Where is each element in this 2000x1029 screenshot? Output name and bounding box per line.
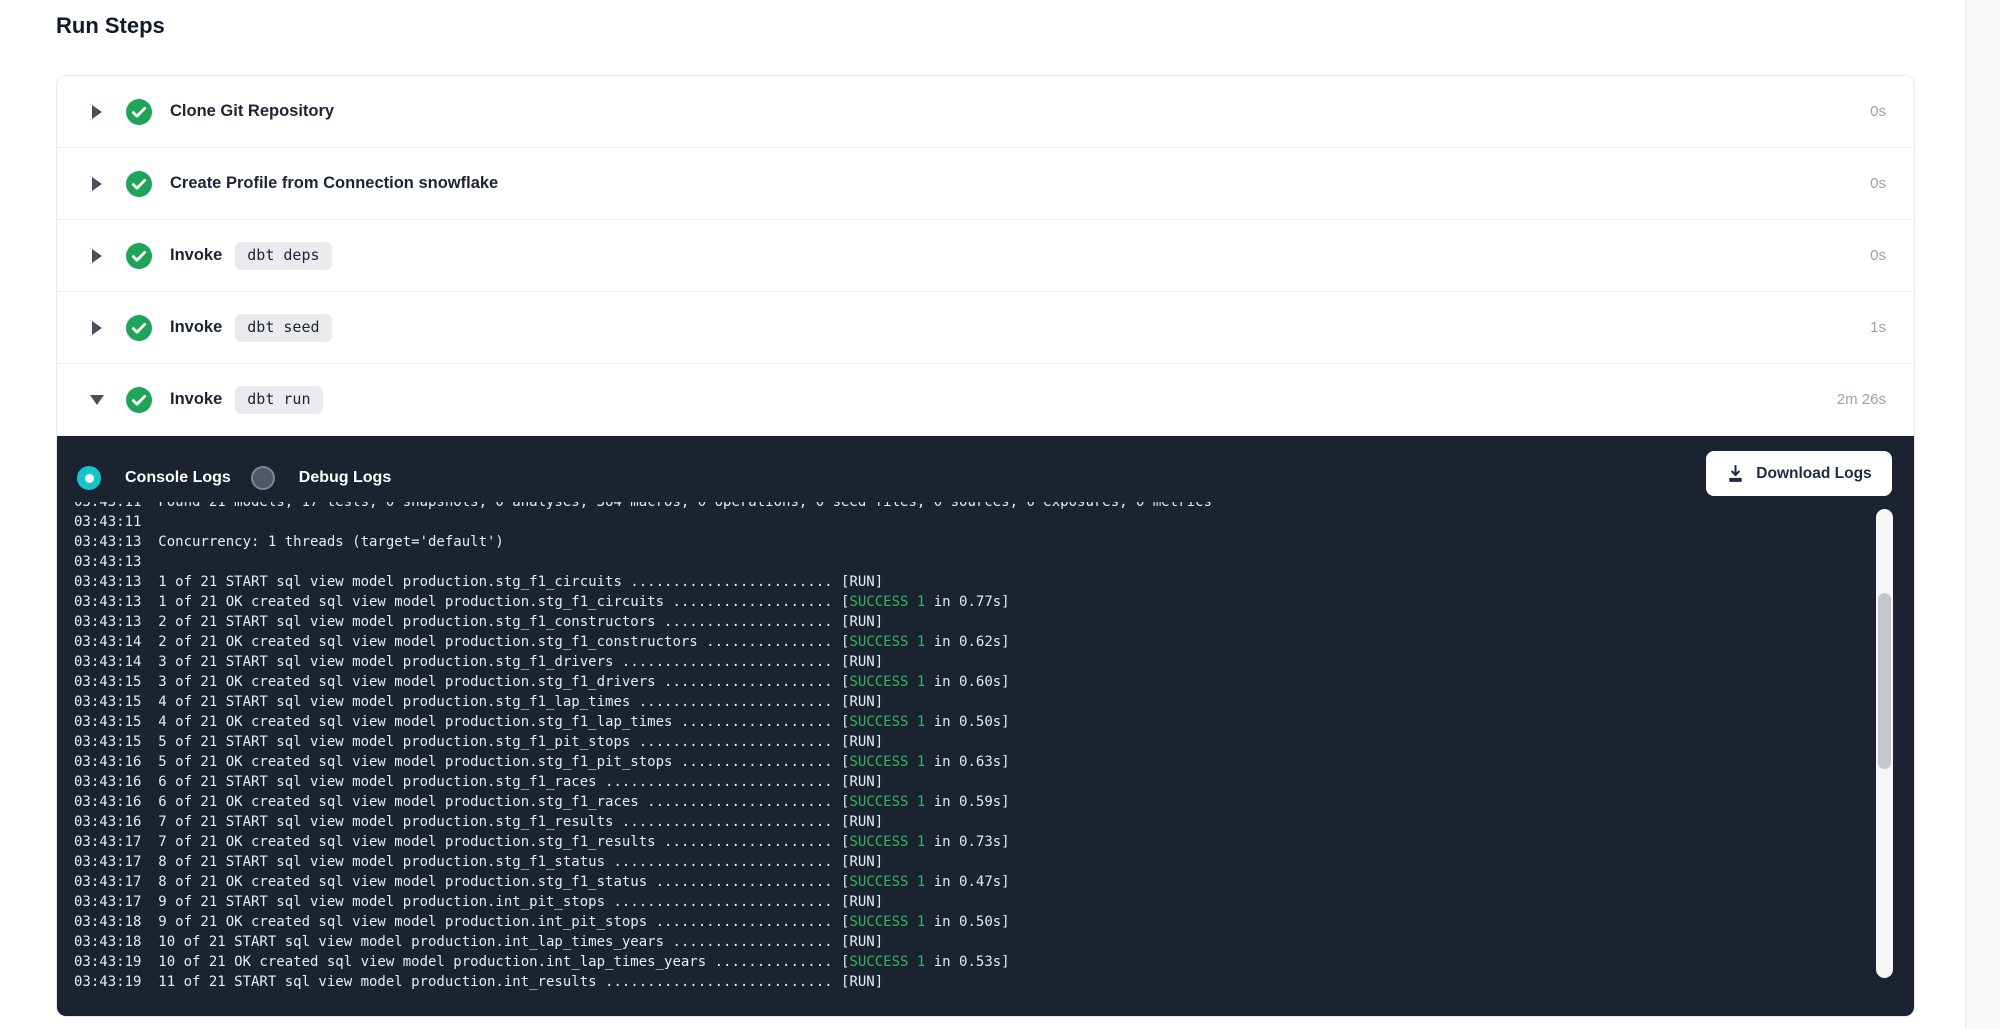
log-line: 03:43:17 7 of 21 OK created sql view mod… (74, 832, 1869, 852)
run-steps-card: Clone Git Repository 0s Create Profile f… (56, 75, 1915, 1017)
expand-caret-icon[interactable] (89, 249, 105, 263)
log-scrollbar[interactable] (1876, 509, 1893, 978)
step-duration: 0s (1870, 247, 1886, 264)
step-row-create-profile[interactable]: Create Profile from Connection snowflake… (57, 148, 1914, 220)
log-success-label: SUCCESS 1 (849, 834, 925, 850)
log-line: 03:43:16 6 of 21 OK created sql view mod… (74, 792, 1869, 812)
log-line: 03:43:17 8 of 21 OK created sql view mod… (74, 872, 1869, 892)
log-line: 03:43:15 4 of 21 OK created sql view mod… (74, 712, 1869, 732)
step-row-invoke-dbt-seed[interactable]: Invoke dbt seed 1s (57, 292, 1914, 364)
log-line: 03:43:17 8 of 21 START sql view model pr… (74, 852, 1869, 872)
log-line: 03:43:13 Concurrency: 1 threads (target=… (74, 532, 1869, 552)
success-check-icon (126, 171, 152, 197)
log-line: 03:43:16 7 of 21 START sql view model pr… (74, 812, 1869, 832)
log-success-label: SUCCESS 1 (849, 754, 925, 770)
download-logs-button[interactable]: Download Logs (1706, 451, 1892, 496)
log-line: 03:43:13 1 of 21 START sql view model pr… (74, 572, 1869, 592)
log-success-label: SUCCESS 1 (849, 954, 925, 970)
radio-console-logs[interactable]: Console Logs (77, 466, 231, 490)
log-line: 03:43:17 9 of 21 START sql view model pr… (74, 892, 1869, 912)
step-duration: 0s (1870, 175, 1886, 192)
step-title: Clone Git Repository (170, 102, 334, 121)
radio-unselected-icon[interactable] (251, 466, 275, 490)
step-duration: 1s (1870, 319, 1886, 336)
log-success-label: SUCCESS 1 (849, 794, 925, 810)
log-line: 03:43:13 (74, 552, 1869, 572)
log-success-label: SUCCESS 1 (849, 674, 925, 690)
radio-debug-logs[interactable]: Debug Logs (251, 466, 391, 490)
success-check-icon (126, 99, 152, 125)
success-check-icon (126, 387, 152, 413)
log-line: 03:43:14 3 of 21 START sql view model pr… (74, 652, 1869, 672)
radio-label[interactable]: Console Logs (125, 469, 231, 487)
expand-caret-icon[interactable] (89, 321, 105, 335)
log-success-label: SUCCESS 1 (849, 914, 925, 930)
log-line: 03:43:14 2 of 21 OK created sql view mod… (74, 632, 1869, 652)
log-line: 03:43:19 10 of 21 OK created sql view mo… (74, 952, 1869, 972)
radio-label[interactable]: Debug Logs (299, 469, 391, 487)
step-title: Invoke (170, 318, 222, 337)
log-line: 03:43:18 10 of 21 START sql view model p… (74, 932, 1869, 952)
log-line: 03:43:15 3 of 21 OK created sql view mod… (74, 672, 1869, 692)
collapse-caret-icon[interactable] (89, 395, 105, 405)
log-success-label: SUCCESS 1 (849, 874, 925, 890)
command-badge: dbt run (235, 386, 322, 414)
success-check-icon (126, 243, 152, 269)
log-viewport[interactable]: 03:43:11 Found 21 models, 17 tests, 0 sn… (74, 502, 1869, 1015)
step-duration: 0s (1870, 103, 1886, 120)
log-line: 03:43:11 (74, 512, 1869, 532)
expand-caret-icon[interactable] (89, 105, 105, 119)
log-line: 03:43:15 4 of 21 START sql view model pr… (74, 692, 1869, 712)
command-badge: dbt deps (235, 242, 331, 270)
step-row-invoke-dbt-run[interactable]: Invoke dbt run 2m 26s (57, 364, 1914, 436)
step-row-invoke-dbt-deps[interactable]: Invoke dbt deps 0s (57, 220, 1914, 292)
download-logs-label: Download Logs (1756, 465, 1871, 483)
log-line: 03:43:13 1 of 21 OK created sql view mod… (74, 592, 1869, 612)
success-check-icon (126, 315, 152, 341)
log-success-label: SUCCESS 1 (849, 634, 925, 650)
log-line: 03:43:16 6 of 21 START sql view model pr… (74, 772, 1869, 792)
download-icon (1726, 464, 1745, 483)
log-scrollbar-thumb[interactable] (1878, 593, 1891, 769)
log-line: 03:43:11 Found 21 models, 17 tests, 0 sn… (74, 502, 1869, 512)
step-title: Invoke (170, 246, 222, 265)
log-line: 03:43:13 2 of 21 START sql view model pr… (74, 612, 1869, 632)
log-success-label: SUCCESS 1 (849, 594, 925, 610)
command-badge: dbt seed (235, 314, 331, 342)
radio-selected-icon[interactable] (77, 466, 101, 490)
log-line: 03:43:19 11 of 21 START sql view model p… (74, 972, 1869, 992)
step-row-clone-git-repository[interactable]: Clone Git Repository 0s (57, 76, 1914, 148)
log-content: 03:43:11 Found 21 models, 17 tests, 0 sn… (74, 502, 1869, 992)
console-panel: Console Logs Debug Logs Download Logs 03… (57, 436, 1914, 1016)
right-edge-strip (1965, 0, 2000, 1029)
step-title: Create Profile from Connection snowflake (170, 174, 498, 193)
step-duration: 2m 26s (1837, 391, 1886, 408)
log-line: 03:43:15 5 of 21 START sql view model pr… (74, 732, 1869, 752)
log-line: 03:43:18 9 of 21 OK created sql view mod… (74, 912, 1869, 932)
page-title: Run Steps (56, 11, 165, 41)
expand-caret-icon[interactable] (89, 177, 105, 191)
step-title: Invoke (170, 390, 222, 409)
log-type-radio-group: Console Logs Debug Logs (77, 454, 391, 502)
log-line: 03:43:16 5 of 21 OK created sql view mod… (74, 752, 1869, 772)
log-success-label: SUCCESS 1 (849, 714, 925, 730)
